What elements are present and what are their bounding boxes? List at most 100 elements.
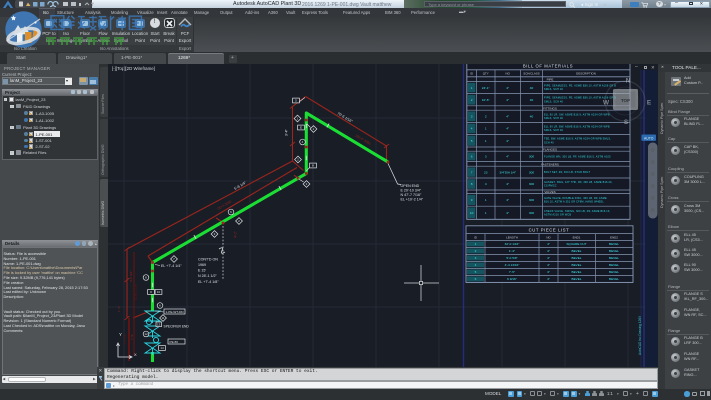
svg-text:1'-4": 1'-4" bbox=[117, 306, 121, 312]
svg-text:1: 1 bbox=[475, 242, 477, 246]
svg-text:10'-6": 10'-6" bbox=[482, 98, 490, 102]
svg-text:N 47'-7 7/16": N 47'-7 7/16" bbox=[401, 193, 422, 197]
svg-text:B16.10, ASTM A 351 GR CF8M, HA: B16.10, ASTM A 351 GR CF8M, HAND WHEEL bbox=[544, 201, 604, 204]
svg-text:4: 4 bbox=[485, 182, 487, 186]
svg-text:1: 1 bbox=[485, 139, 487, 143]
svg-text:2: 2 bbox=[475, 249, 477, 253]
svg-text:40: 40 bbox=[530, 86, 534, 90]
svg-text:40: 40 bbox=[530, 115, 534, 119]
svg-text:BEVEL: BEVEL bbox=[609, 249, 619, 253]
svg-text:SMLS, SCH 40: SMLS, SCH 40 bbox=[544, 117, 564, 120]
svg-text:BOLT SET, RF, 300 LB, STUD BOL: BOLT SET, RF, 300 LB, STUD BOLT bbox=[544, 171, 590, 174]
svg-text:GATE VALVE, DOUBLE DISC, 300 L: GATE VALVE, DOUBLE DISC, 300 LB, RF, ASM… bbox=[544, 197, 607, 200]
svg-text:300: 300 bbox=[529, 170, 534, 174]
svg-text:4": 4" bbox=[506, 182, 509, 186]
svg-text:1: 1 bbox=[471, 86, 473, 90]
svg-text:E 15': E 15' bbox=[198, 269, 206, 273]
svg-text:FITTINGS: FITTINGS bbox=[543, 106, 557, 110]
svg-text:3'-0 3/4": 3'-0 3/4" bbox=[129, 271, 133, 282]
svg-text:B: B bbox=[312, 164, 314, 168]
svg-text:VALVES: VALVES bbox=[544, 190, 555, 194]
svg-text:ELL 90 LR, SW, ASME B16.9, AST: ELL 90 LR, SW, ASME B16.9, ASTM A234 GR … bbox=[544, 113, 610, 116]
svg-text:BEVEL: BEVEL bbox=[572, 249, 582, 253]
svg-text:BEVEL: BEVEL bbox=[609, 256, 619, 260]
svg-text:23: 23 bbox=[484, 170, 488, 174]
svg-text:END2: END2 bbox=[610, 235, 618, 239]
svg-text:LENGTH: LENGTH bbox=[506, 235, 518, 239]
svg-text:PIPE, SEAMLESS, PE, ASME B36.1: PIPE, SEAMLESS, PE, ASME B36.10, ASTM A1… bbox=[544, 85, 616, 88]
svg-text:4: 4 bbox=[475, 263, 477, 267]
svg-text:4": 4" bbox=[547, 277, 550, 281]
svg-text:SPECIFIER END: SPECIFIER END bbox=[164, 325, 190, 329]
svg-text:DESCRIPTION: DESCRIPTION bbox=[576, 72, 596, 76]
svg-text:40: 40 bbox=[530, 98, 534, 102]
svg-text:1'-4": 1'-4" bbox=[509, 249, 515, 253]
svg-text:S: S bbox=[624, 119, 629, 126]
svg-text:EL +10'-2 1/4": EL +10'-2 1/4" bbox=[401, 198, 424, 202]
svg-text:AUTO: AUTO bbox=[644, 136, 654, 140]
svg-text:TEE, BW, ASME B16.9, ASTM A234: TEE, BW, ASME B16.9, ASTM A234 GR WPB SM… bbox=[544, 138, 611, 141]
svg-text:12: 12 bbox=[144, 332, 148, 336]
svg-text:BEVEL: BEVEL bbox=[572, 263, 582, 267]
svg-text:OPEN END: OPEN END bbox=[401, 184, 420, 188]
svg-text:BEVEL: BEVEL bbox=[609, 263, 619, 267]
svg-text:300: 300 bbox=[529, 155, 534, 159]
svg-text:FASTENERS: FASTENERS bbox=[541, 162, 559, 166]
svg-text:SMLS, SCH 40: SMLS, SCH 40 bbox=[544, 129, 564, 132]
svg-text:4": 4" bbox=[506, 198, 509, 202]
svg-text:4'-2 7/8": 4'-2 7/8" bbox=[123, 334, 127, 345]
svg-text:NO: NO bbox=[546, 235, 551, 239]
svg-text:14: 14 bbox=[160, 346, 164, 350]
svg-text:10: 10 bbox=[157, 290, 161, 294]
svg-text:1969: 1969 bbox=[198, 263, 206, 267]
svg-text:4": 4" bbox=[506, 127, 509, 131]
svg-text:CUT PIECE LIST: CUT PIECE LIST bbox=[529, 228, 570, 233]
svg-text:CHECK VALVE, SWING, 300 LB, RF: CHECK VALVE, SWING, 300 LB, RF, ASME B16… bbox=[544, 210, 610, 213]
svg-text:QTY: QTY bbox=[483, 72, 489, 76]
svg-text:CONT'D ON: CONT'D ON bbox=[198, 257, 218, 261]
svg-text:N: N bbox=[626, 78, 631, 85]
svg-text:E 20'-10 3/4": E 20'-10 3/4" bbox=[401, 188, 422, 192]
svg-text:1: 1 bbox=[485, 127, 487, 131]
svg-text:Y: Y bbox=[119, 332, 122, 337]
svg-text:4": 4" bbox=[506, 115, 509, 119]
svg-text:6: 6 bbox=[475, 277, 477, 281]
svg-text:PE 80: PE 80 bbox=[170, 340, 179, 344]
svg-text:1-PE-WT-DN: 1-PE-WT-DN bbox=[166, 310, 184, 314]
svg-text:BEVEL: BEVEL bbox=[609, 270, 619, 274]
svg-text:E: E bbox=[300, 126, 302, 130]
svg-text:13: 13 bbox=[157, 323, 161, 327]
svg-text:32'-0 1/16": 32'-0 1/16" bbox=[505, 242, 520, 246]
svg-text:BEVEL: BEVEL bbox=[572, 270, 582, 274]
svg-text:3'-4": 3'-4" bbox=[285, 128, 289, 136]
svg-text:1: 1 bbox=[485, 198, 487, 202]
svg-text:4'-4 13/16": 4'-4 13/16" bbox=[505, 263, 520, 267]
svg-text:300: 300 bbox=[529, 198, 534, 202]
svg-text:N 28'-1 1/2": N 28'-1 1/2" bbox=[134, 284, 138, 300]
svg-text:9: 9 bbox=[471, 198, 473, 202]
svg-text:7'-5": 7'-5" bbox=[509, 270, 515, 274]
svg-text:1: 1 bbox=[485, 211, 487, 215]
svg-text:BEVEL: BEVEL bbox=[609, 242, 619, 246]
svg-text:3: 3 bbox=[471, 115, 473, 119]
svg-text:SCH/CLASS: SCH/CLASS bbox=[523, 72, 539, 76]
svg-text:4: 4 bbox=[471, 127, 473, 131]
svg-text:ID: ID bbox=[470, 72, 473, 76]
svg-text:SMLS, SCH 40: SMLS, SCH 40 bbox=[544, 88, 564, 91]
svg-text:AutoCAD Iso Drawing 1269: AutoCAD Iso Drawing 1269 bbox=[638, 316, 642, 355]
svg-text:SCH 40: SCH 40 bbox=[544, 141, 554, 144]
svg-text:8: 8 bbox=[471, 182, 473, 186]
svg-text:END1: END1 bbox=[573, 235, 581, 239]
svg-text:TOP: TOP bbox=[621, 98, 630, 103]
svg-text:FLANGES: FLANGES bbox=[543, 148, 557, 152]
svg-text:4": 4" bbox=[506, 86, 509, 90]
svg-text:BILL OF MATERIALS: BILL OF MATERIALS bbox=[523, 64, 573, 68]
svg-text:4": 4" bbox=[547, 242, 550, 246]
svg-text:3: 3 bbox=[475, 256, 477, 260]
svg-text:BEVEL: BEVEL bbox=[572, 256, 582, 260]
svg-text:4": 4" bbox=[506, 211, 509, 215]
svg-text:W: W bbox=[603, 100, 610, 107]
svg-text:4": 4" bbox=[506, 155, 509, 159]
svg-text:GASKET, SWG, 1/8" THK, RF, 300: GASKET, SWG, 1/8" THK, RF, 300 LB, ASME … bbox=[544, 181, 613, 184]
svg-text:PIPE: PIPE bbox=[547, 78, 554, 82]
